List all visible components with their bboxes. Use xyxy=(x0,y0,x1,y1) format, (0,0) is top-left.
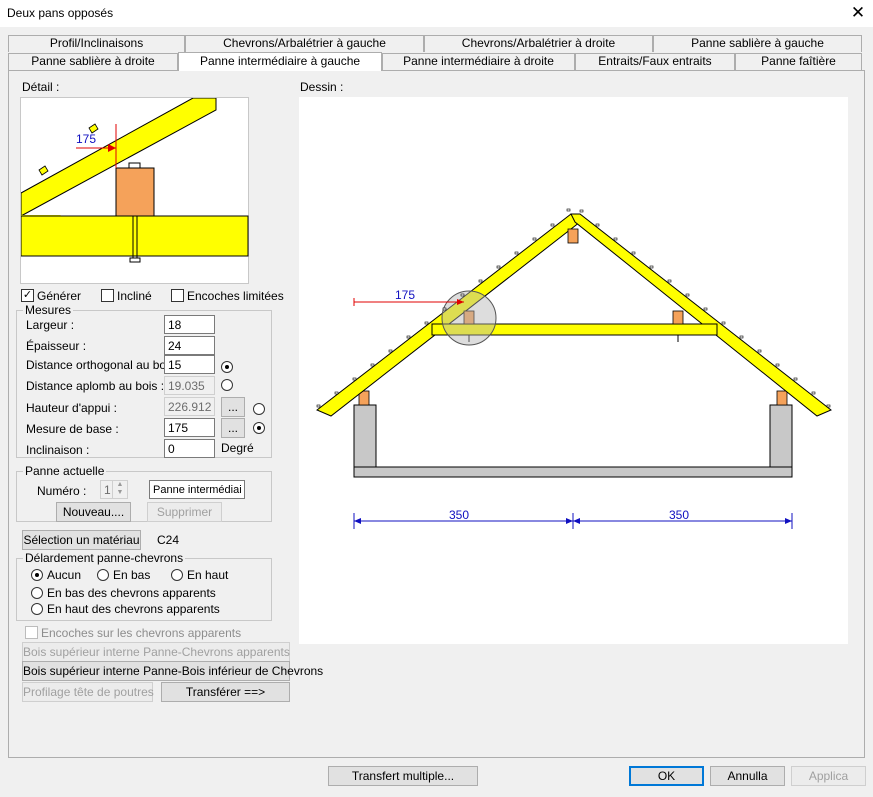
materiau-value: C24 xyxy=(157,533,180,547)
en-haut-label: En haut xyxy=(187,568,229,582)
numero-label: Numéro : xyxy=(37,484,87,498)
panne-name-input[interactable] xyxy=(149,480,245,499)
largeur-label: Largeur : xyxy=(26,318,75,332)
en-haut-radio[interactable] xyxy=(171,569,183,581)
mesure-base-label: Mesure de base : xyxy=(26,422,119,436)
tab-profil[interactable]: Profil/Inclinaisons xyxy=(8,35,185,52)
epaisseur-label: Épaisseur : xyxy=(26,339,87,353)
generer-checkbox[interactable]: ✓ xyxy=(21,289,34,302)
haut-apparents-label: En haut des chevrons apparents xyxy=(47,602,220,616)
bois-sup-inf-button[interactable]: Bois supérieur interne Panne-Bois inféri… xyxy=(22,661,323,681)
largeur-input[interactable] xyxy=(164,315,215,334)
encoches-apparents-checkbox[interactable] xyxy=(25,626,38,639)
bas-apparents-label: En bas des chevrons apparents xyxy=(47,586,216,600)
dist-aplomb-input[interactable] xyxy=(164,376,215,395)
dessin-label: Dessin : xyxy=(300,80,344,94)
haut-apparents-radio[interactable] xyxy=(31,603,43,615)
hauteur-radio[interactable] xyxy=(253,403,265,415)
dist-ortho-input[interactable] xyxy=(164,355,215,374)
transferer-button[interactable]: Transférer ==> xyxy=(161,682,290,702)
roof-drawing: 175 350 350 xyxy=(316,208,832,529)
tab-sabliere-droite[interactable]: Panne sablière à droite xyxy=(8,53,178,70)
degre-label: Degré xyxy=(221,441,254,455)
hauteur-input[interactable] xyxy=(164,397,215,416)
tab-entraits[interactable]: Entraits/Faux entraits xyxy=(575,53,735,70)
tab-chevrons-gauche[interactable]: Chevrons/Arbalétrier à gauche xyxy=(185,35,424,52)
mesure-base-radio[interactable] xyxy=(253,422,265,434)
en-bas-label: En bas xyxy=(113,568,151,582)
supprimer-button[interactable]: Supprimer xyxy=(147,502,222,522)
inclinaison-input[interactable] xyxy=(164,439,215,458)
hauteur-label: Hauteur d'appui : xyxy=(26,401,118,415)
dist-ortho-radio[interactable] xyxy=(221,361,233,373)
nouveau-button[interactable]: Nouveau.... xyxy=(56,502,131,522)
detail-label: Détail : xyxy=(22,80,60,94)
span-left-text: 350 xyxy=(449,508,469,522)
tab-intermediaire-gauche[interactable]: Panne intermédiaire à gauche xyxy=(178,52,382,71)
tab-sabliere-gauche[interactable]: Panne sablière à gauche xyxy=(653,35,862,52)
span-right-text: 350 xyxy=(669,508,689,522)
dist-aplomb-radio[interactable] xyxy=(221,379,233,391)
mesure-base-ellipsis-button[interactable]: ... xyxy=(221,418,245,438)
incline-label: Incliné xyxy=(117,289,152,303)
window-title: Deux pans opposés xyxy=(7,6,114,20)
profilage-button[interactable]: Profilage tête de poutres xyxy=(22,682,154,702)
hauteur-ellipsis-button[interactable]: ... xyxy=(221,397,245,417)
inclinaison-label: Inclinaison : xyxy=(26,443,90,457)
applica-button[interactable]: Applica xyxy=(791,766,866,786)
numero-spinner[interactable]: ▲ ▼ xyxy=(112,481,127,498)
incline-checkbox[interactable] xyxy=(101,289,114,302)
detail-dim-text: 175 xyxy=(76,132,96,146)
annulla-button[interactable]: Annulla xyxy=(710,766,785,786)
dist-ortho-label: Distance orthogonal au bois : xyxy=(26,358,182,372)
dist-aplomb-label: Distance aplomb au bois : xyxy=(26,379,165,393)
panne-title: Panne actuelle xyxy=(23,464,107,478)
mesures-title: Mesures xyxy=(23,303,74,317)
aucun-radio[interactable] xyxy=(31,569,43,581)
materiau-button[interactable]: Sélection un matériau xyxy=(22,530,141,550)
transfert-multiple-button[interactable]: Transfert multiple... xyxy=(328,766,478,786)
detail-drawing: 175 xyxy=(20,97,249,263)
dessin-canvas: 175 350 350 xyxy=(299,97,848,644)
dessin-dim-175: 175 xyxy=(395,288,415,302)
mesure-base-input[interactable] xyxy=(164,418,215,437)
aucun-label: Aucun xyxy=(47,568,82,582)
detail-preview: 175 xyxy=(20,97,249,284)
generer-label: Générer xyxy=(37,289,82,303)
encoches-checkbox[interactable] xyxy=(171,289,184,302)
encoches-apparents-label: Encoches sur les chevrons apparents xyxy=(41,626,242,640)
tab-chevrons-droite[interactable]: Chevrons/Arbalétrier à droite xyxy=(424,35,653,52)
tab-intermediaire-droite[interactable]: Panne intermédiaire à droite xyxy=(382,53,575,70)
encoches-label: Encoches limitées xyxy=(187,289,284,303)
ok-button[interactable]: OK xyxy=(629,766,704,786)
bois-sup-chevrons-button[interactable]: Bois supérieur interne Panne-Chevrons ap… xyxy=(22,642,290,662)
close-icon[interactable]: ✕ xyxy=(847,2,869,24)
tab-faitiere[interactable]: Panne faîtière xyxy=(735,53,862,70)
en-bas-radio[interactable] xyxy=(97,569,109,581)
epaisseur-input[interactable] xyxy=(164,336,215,355)
delardement-title: Délardement panne-chevrons xyxy=(23,551,186,565)
title-bar xyxy=(0,0,873,27)
bas-apparents-radio[interactable] xyxy=(31,587,43,599)
